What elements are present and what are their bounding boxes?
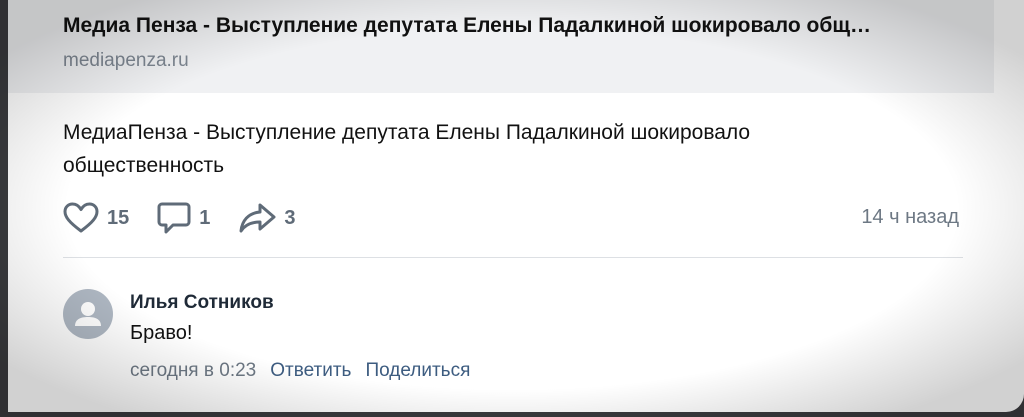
comment-bubble-icon: [157, 201, 191, 235]
reply-button[interactable]: Ответить: [270, 360, 351, 382]
comment-text: Браво!: [130, 322, 193, 344]
link-preview-domain: mediapenza.ru: [63, 50, 189, 71]
share-count: 3: [284, 206, 296, 229]
comment-share-button[interactable]: Поделиться: [365, 360, 470, 382]
post-card: Медиа Пенза - Выступление депутата Елены…: [8, 0, 1024, 412]
post-timestamp[interactable]: 14 ч назад: [861, 206, 959, 229]
like-button[interactable]: 15: [63, 202, 129, 234]
link-preview[interactable]: Медиа Пенза - Выступление депутата Елены…: [8, 0, 994, 93]
comment-button[interactable]: 1: [157, 201, 210, 235]
like-count: 15: [107, 206, 130, 229]
comment-meta: сегодня в 0:23 Ответить Поделиться: [130, 360, 484, 382]
post-actions: 15 1 3: [63, 200, 324, 236]
post-text: МедиаПенза - Выступление депутата Елены …: [63, 121, 751, 177]
comment-timestamp[interactable]: сегодня в 0:23: [130, 360, 256, 382]
link-preview-title[interactable]: Медиа Пенза - Выступление депутата Елены…: [63, 14, 963, 38]
heart-icon: [63, 202, 99, 234]
user-silhouette-icon: [63, 302, 113, 339]
comment-author[interactable]: Илья Сотников: [130, 292, 274, 314]
screenshot-frame: Медиа Пенза - Выступление депутата Елены…: [0, 0, 1024, 417]
avatar[interactable]: [63, 289, 113, 339]
share-button[interactable]: 3: [238, 202, 296, 234]
share-arrow-icon: [238, 202, 276, 234]
divider: [63, 257, 963, 258]
comment-count: 1: [199, 206, 211, 229]
